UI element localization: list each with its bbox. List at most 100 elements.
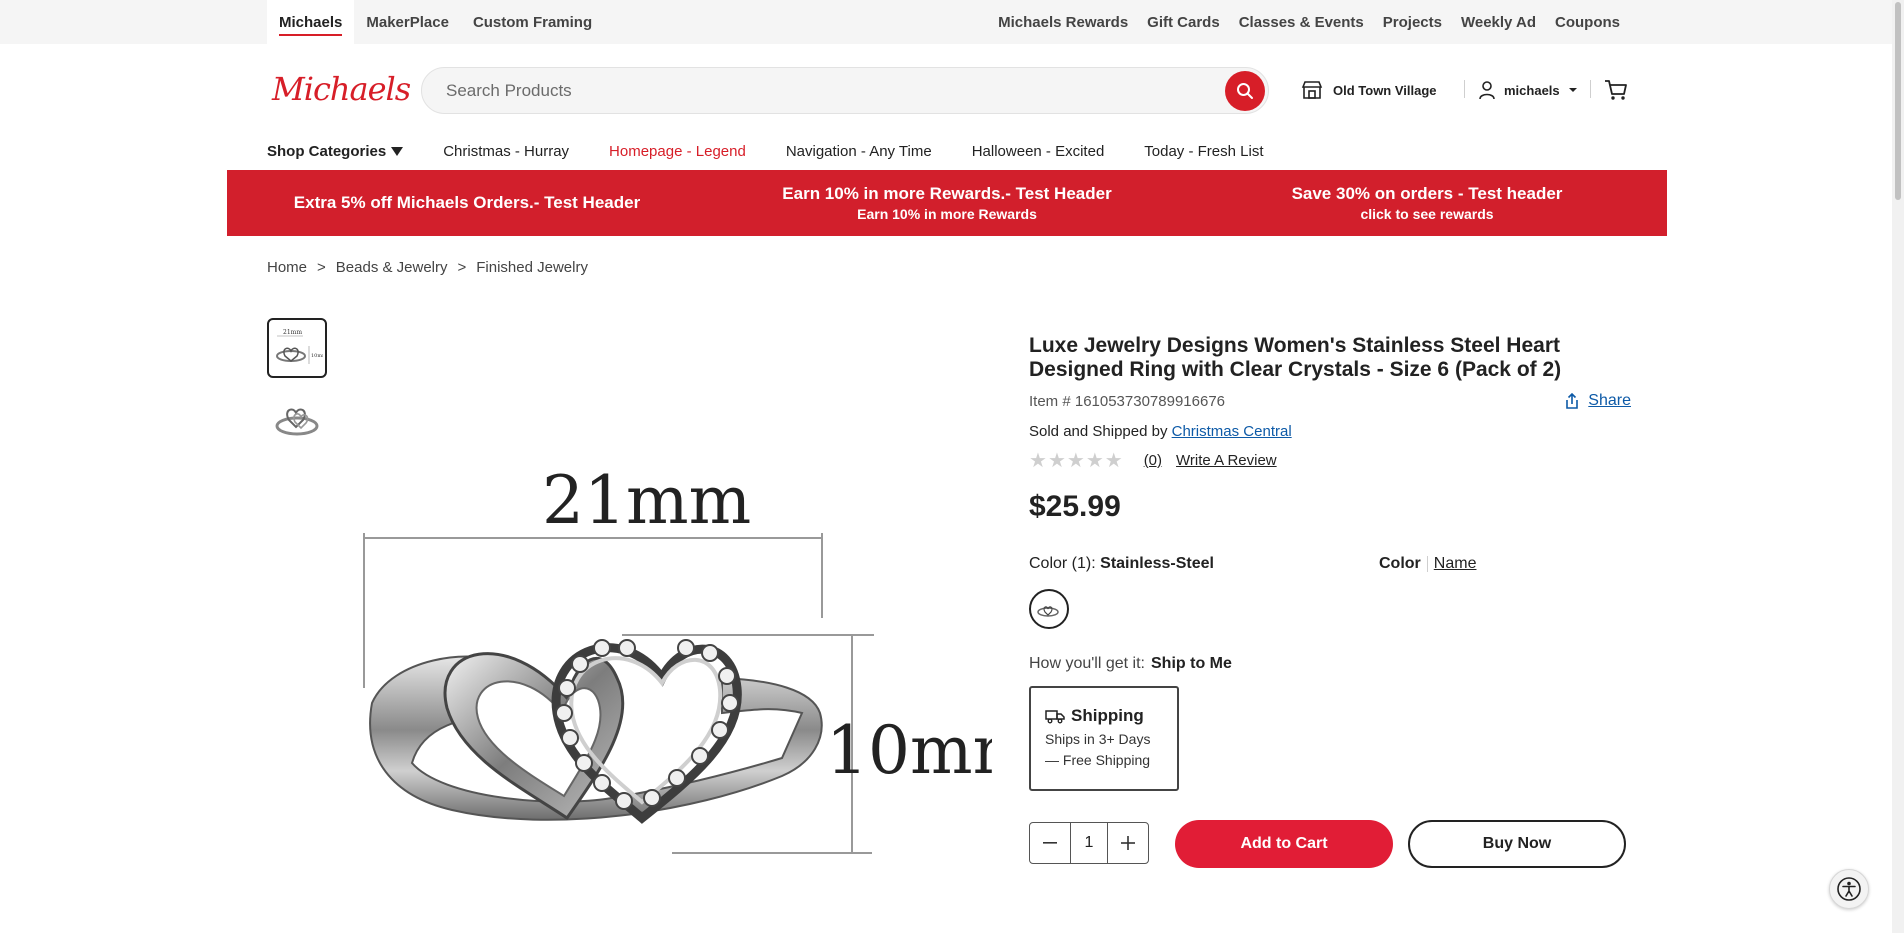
- promo-title: Extra 5% off Michaels Orders.- Test Head…: [293, 193, 641, 212]
- product-title: Luxe Jewelry Designs Women's Stainless S…: [1029, 334, 1562, 381]
- product-main-image[interactable]: 21mm 10mm: [352, 318, 1035, 933]
- truck-icon: [1045, 710, 1065, 724]
- width-dimension-label: 21mm: [542, 462, 751, 539]
- cart-icon: [1605, 80, 1627, 100]
- quantity-input[interactable]: 1: [1070, 823, 1108, 863]
- breadcrumb-home[interactable]: Home: [267, 259, 307, 276]
- store-name: Old Town Village: [1333, 82, 1437, 98]
- user-icon: [1479, 81, 1495, 100]
- weekly-ad-link[interactable]: Weekly Ad: [1461, 14, 1536, 31]
- star-icon: ★: [1104, 450, 1124, 472]
- nav-item-homepage[interactable]: Homepage - Legend: [609, 143, 746, 160]
- height-dimension-label: 10mm: [826, 712, 992, 789]
- sold-by: Sold and Shipped by Christmas Central: [1029, 423, 1292, 440]
- store-selector[interactable]: Old Town Village: [1301, 80, 1437, 100]
- search-input[interactable]: [446, 68, 1206, 113]
- site-tab-label: Michaels: [279, 9, 343, 36]
- header-divider: [1590, 80, 1591, 98]
- toggle-divider: [1426, 556, 1428, 572]
- site-tab-label: Custom Framing: [472, 13, 593, 31]
- sold-by-prefix: Sold and Shipped by: [1029, 423, 1168, 440]
- how-value: Ship to Me: [1151, 655, 1232, 672]
- quantity-stepper: 1: [1029, 822, 1149, 864]
- ring-dimensions-thumbnail: 21mm 10mm: [276, 329, 323, 364]
- promo-item[interactable]: Save 30% on orders - Test header click t…: [1187, 170, 1667, 236]
- shipping-eta: Ships in 3+ Days: [1045, 731, 1151, 747]
- accessibility-icon: [1837, 877, 1861, 901]
- color-toggle-color[interactable]: Color: [1379, 555, 1421, 573]
- shop-categories-label: Shop Categories: [267, 142, 387, 160]
- nav-item-navigation[interactable]: Navigation - Any Time: [786, 143, 932, 160]
- nav-item-christmas[interactable]: Christmas - Hurray: [443, 143, 569, 160]
- swatch-ring-icon: [1037, 606, 1059, 617]
- star-icon: ★: [1029, 450, 1048, 472]
- gift-cards-link[interactable]: Gift Cards: [1147, 14, 1220, 31]
- rating-row: ★★★★★ (0) Write A Review: [1029, 448, 1277, 473]
- promo-subtitle: Earn 10% in more Rewards: [857, 206, 1037, 222]
- search-icon: [1237, 83, 1253, 99]
- site-tab-custom-framing[interactable]: Custom Framing: [461, 0, 604, 44]
- rewards-link[interactable]: Michaels Rewards: [998, 14, 1128, 31]
- item-number: Item # 161053730789916676: [1029, 393, 1226, 410]
- shipping-header: Shipping: [1045, 706, 1163, 726]
- how-label: How you'll get it:: [1029, 655, 1145, 672]
- star-icon: ★: [1047, 450, 1067, 472]
- color-toggle-name[interactable]: Name: [1434, 555, 1477, 573]
- promo-item[interactable]: Earn 10% in more Rewards.- Test Header E…: [707, 170, 1187, 236]
- site-tabs: Michaels MakerPlace Custom Framing: [267, 0, 604, 44]
- minus-icon: [1043, 842, 1057, 844]
- account-menu[interactable]: michaels: [1478, 80, 1578, 100]
- fulfillment-label: How you'll get it: Ship to Me: [1029, 655, 1232, 673]
- breadcrumb-separator: >: [317, 259, 326, 276]
- nav-item-halloween[interactable]: Halloween - Excited: [972, 143, 1105, 160]
- item-number-row: Item # 161053730789916676 Share: [1029, 392, 1631, 410]
- accessibility-button[interactable]: [1829, 869, 1869, 909]
- account-name: michaels: [1504, 82, 1560, 98]
- classes-events-link[interactable]: Classes & Events: [1239, 14, 1364, 31]
- page-scrollbar[interactable]: [1892, 0, 1904, 933]
- star-icon: ★: [1085, 450, 1105, 472]
- star-rating: ★★★★★: [1029, 448, 1124, 473]
- scrollbar-thumb[interactable]: [1895, 2, 1901, 200]
- chevron-down-icon: [1568, 88, 1577, 92]
- decrease-quantity-button[interactable]: [1030, 823, 1070, 863]
- share-button[interactable]: Share: [1564, 392, 1631, 410]
- product-price: $25.99: [1029, 490, 1121, 523]
- color-row: Color (1): Stainless-Steel Color Name: [1029, 555, 1629, 573]
- thumb-height-label: 10mm: [311, 353, 323, 359]
- site-tab-michaels[interactable]: Michaels: [267, 0, 355, 44]
- star-icon: ★: [1066, 450, 1086, 472]
- header-divider: [1464, 80, 1465, 98]
- shipping-cost: — Free Shipping: [1045, 752, 1151, 768]
- projects-link[interactable]: Projects: [1383, 14, 1442, 31]
- michaels-logo[interactable]: Michaels: [272, 70, 411, 108]
- product-thumbnail-2[interactable]: [267, 388, 327, 448]
- shipping-option-card[interactable]: Shipping Ships in 3+ Days — Free Shippin…: [1029, 686, 1179, 791]
- add-to-cart-button[interactable]: Add to Cart: [1175, 820, 1393, 868]
- promo-subtitle: click to see rewards: [1360, 206, 1494, 222]
- breadcrumb-finished-jewelry[interactable]: Finished Jewelry: [476, 259, 588, 276]
- utility-bar: Michaels MakerPlace Custom Framing Micha…: [0, 0, 1904, 44]
- write-review-link[interactable]: Write A Review: [1176, 452, 1277, 469]
- product-thumbnail-1[interactable]: 21mm 10mm: [267, 318, 327, 378]
- review-count-link[interactable]: (0): [1144, 452, 1162, 469]
- increase-quantity-button[interactable]: [1108, 823, 1148, 863]
- plus-icon: [1121, 836, 1135, 850]
- coupons-link[interactable]: Coupons: [1555, 14, 1620, 31]
- promo-title: Save 30% on orders - Test header: [1291, 184, 1563, 203]
- promo-item[interactable]: Extra 5% off Michaels Orders.- Test Head…: [227, 170, 707, 236]
- shop-categories-menu[interactable]: Shop Categories: [267, 142, 404, 160]
- seller-link[interactable]: Christmas Central: [1172, 423, 1292, 440]
- cart-button[interactable]: [1604, 79, 1628, 106]
- buy-now-button[interactable]: Buy Now: [1408, 820, 1626, 868]
- breadcrumb-beads-jewelry[interactable]: Beads & Jewelry: [336, 259, 448, 276]
- color-view-toggle: Color Name: [1379, 555, 1476, 573]
- promo-banner: Extra 5% off Michaels Orders.- Test Head…: [227, 170, 1667, 236]
- caret-down-icon: [391, 146, 404, 156]
- nav-item-today[interactable]: Today - Fresh List: [1144, 143, 1263, 160]
- color-swatch-stainless-steel[interactable]: [1029, 589, 1069, 629]
- breadcrumb: Home > Beads & Jewelry > Finished Jewelr…: [267, 259, 588, 276]
- breadcrumb-separator: >: [457, 259, 467, 276]
- site-tab-makerplace[interactable]: MakerPlace: [354, 0, 461, 44]
- search-button[interactable]: [1225, 71, 1265, 111]
